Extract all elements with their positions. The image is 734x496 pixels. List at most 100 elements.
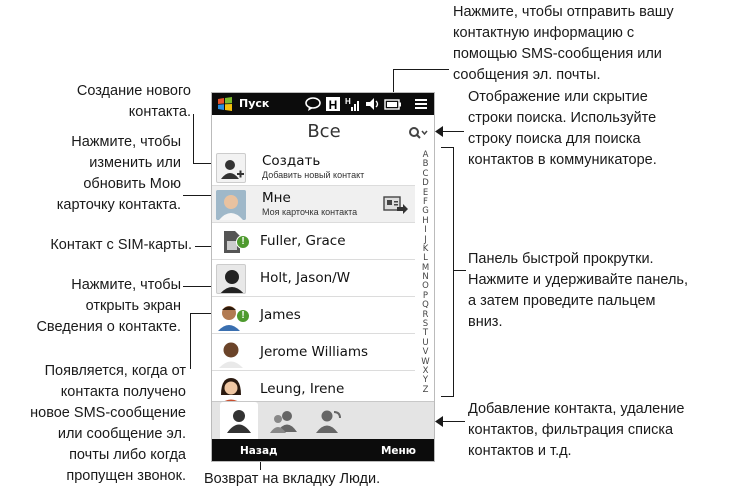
messaging-icon[interactable] <box>304 96 322 112</box>
contact-name: Holt, Jason/W <box>260 270 351 286</box>
arrow-icon <box>435 416 443 427</box>
callout-line: новое SMS-сообщение <box>30 405 186 421</box>
battery-icon[interactable] <box>384 96 402 112</box>
phone-screen: Пуск H H Все Создать Добавить новый конт… <box>211 92 435 462</box>
callout-line: Нажмите, чтобы <box>71 277 181 293</box>
callout-line: помощью SMS-сообщения или <box>453 46 662 62</box>
callout-line: контактную информацию с <box>453 25 635 41</box>
callout-search: Отображение или скрытие строки поиска. И… <box>468 87 657 171</box>
callout-line: карточку контакта. <box>56 197 181 213</box>
tab-all-contacts[interactable] <box>220 402 258 440</box>
contact-subtitle: Моя карточка контакта <box>262 207 358 217</box>
callout-my-card: Нажмите, чтобы изменить или обновить Мою… <box>57 132 181 216</box>
callout-line: вниз. <box>468 314 503 330</box>
avatar <box>216 338 246 368</box>
callout-new-message: Появляется, когда от контакта получено н… <box>30 361 186 487</box>
start-label[interactable]: Пуск <box>239 97 269 110</box>
callout-line: или сообщение эл. <box>57 426 186 442</box>
callout-line: Отображение или скрытие <box>468 89 648 105</box>
callout-line: контактов и т.д. <box>468 443 572 459</box>
arrow-icon <box>435 126 443 137</box>
softkey-bar: Назад Меню <box>212 439 434 461</box>
callout-line: строки поиска. Используйте <box>468 110 657 126</box>
signal-icon[interactable]: H <box>344 96 362 112</box>
scroll-letter[interactable]: Z <box>417 385 434 395</box>
contact-list: Создать Добавить новый контакт Мне Моя к… <box>212 149 415 408</box>
contact-name: Мне <box>262 190 291 206</box>
svg-text:H: H <box>329 98 338 112</box>
callout-line: Нажмите и удерживайте панель, <box>468 272 688 288</box>
windows-logo-icon[interactable] <box>217 96 233 112</box>
callout-scrollbar: Панель быстрой прокрутки. Нажмите и удер… <box>468 249 688 333</box>
alert-badge-icon: ! <box>236 235 250 249</box>
callout-line: контакта. <box>128 104 191 120</box>
list-item-create[interactable]: Создать Добавить новый контакт <box>212 149 415 186</box>
callout-line: Возврат на вкладку Люди. <box>204 471 381 487</box>
list-item[interactable]: Holt, Jason/W <box>212 260 415 297</box>
contact-name: James <box>260 307 301 323</box>
leader-line <box>260 461 261 470</box>
callout-line: открыть экран <box>85 298 181 314</box>
people-icon <box>270 411 297 433</box>
contact-name: Jerome Williams <box>260 344 369 360</box>
callout-send-card: Нажмите, чтобы отправить вашу контактную… <box>453 2 674 86</box>
alert-badge-icon: ! <box>236 309 250 323</box>
list-item[interactable]: ! James <box>212 297 415 334</box>
callout-new-contact: Создание нового контакта. <box>77 81 191 123</box>
callout-line: обновить Мою <box>83 176 181 192</box>
leader-line <box>453 147 454 397</box>
callout-line: контактов в коммуникаторе. <box>468 152 657 168</box>
callout-line: сообщения эл. почты. <box>453 67 601 83</box>
tab-updates[interactable] <box>310 404 348 438</box>
callout-line: контакта получено <box>60 384 186 400</box>
callout-back: Возврат на вкладку Люди. <box>204 469 380 490</box>
leader-line <box>183 286 213 287</box>
search-toggle-icon[interactable] <box>408 126 428 140</box>
leader-line <box>441 147 454 148</box>
svg-text:H: H <box>345 97 351 106</box>
quick-scroll-bar[interactable]: A B C D E F G H I J K L M N O P Q R S T … <box>417 150 434 401</box>
callout-line: пропущен звонок. <box>66 468 186 484</box>
list-item[interactable]: Jerome Williams <box>212 334 415 371</box>
menu-button[interactable]: Меню <box>381 445 416 457</box>
menu-lines-icon[interactable] <box>412 96 430 112</box>
callout-sim: Контакт с SIM-карты. <box>50 235 192 256</box>
person-update-icon <box>316 410 341 433</box>
send-card-icon[interactable] <box>383 192 409 216</box>
list-item[interactable]: ! Fuller, Grace <box>212 223 415 260</box>
contact-name: Fuller, Grace <box>260 233 346 249</box>
person-icon <box>227 410 251 433</box>
tab-favorites[interactable] <box>266 404 304 438</box>
callout-line: Нажмите, чтобы <box>71 134 181 150</box>
callout-details: Нажмите, чтобы открыть экран Сведения о … <box>36 275 181 338</box>
tab-bar <box>212 401 434 440</box>
contact-subtitle: Добавить новый контакт <box>262 170 365 180</box>
callout-line: Нажмите, чтобы отправить вашу <box>453 4 674 20</box>
page-title: Все <box>307 121 341 142</box>
callout-tabs: Добавление контакта, удаление контактов,… <box>468 399 684 462</box>
callout-line: изменить или <box>89 155 181 171</box>
leader-line <box>453 270 466 271</box>
leader-line <box>193 114 194 164</box>
leader-line <box>190 313 191 369</box>
leader-line <box>193 163 213 164</box>
callout-line: строку поиска для поиска <box>468 131 641 147</box>
contact-name: Leung, Irene <box>260 381 345 397</box>
callout-line: а затем проведите пальцем <box>468 293 656 309</box>
callout-line: Контакт с SIM-карты. <box>50 237 192 253</box>
volume-icon[interactable] <box>364 96 382 112</box>
avatar <box>216 190 246 220</box>
add-contact-icon <box>216 153 246 183</box>
callout-line: Панель быстрой прокрутки. <box>468 251 654 267</box>
h-data-icon[interactable]: H <box>324 96 342 112</box>
contact-name: Создать <box>262 153 321 169</box>
callout-line: почты либо когда <box>69 447 186 463</box>
back-button[interactable]: Назад <box>240 445 278 457</box>
leader-line <box>183 195 214 196</box>
callout-line: Создание нового <box>76 83 191 99</box>
leader-line <box>393 69 449 70</box>
status-bar: Пуск H H <box>212 93 434 115</box>
leader-line <box>441 131 464 132</box>
callout-line: Добавление контакта, удаление <box>468 401 685 417</box>
callout-line: Сведения о контакте. <box>36 319 181 335</box>
